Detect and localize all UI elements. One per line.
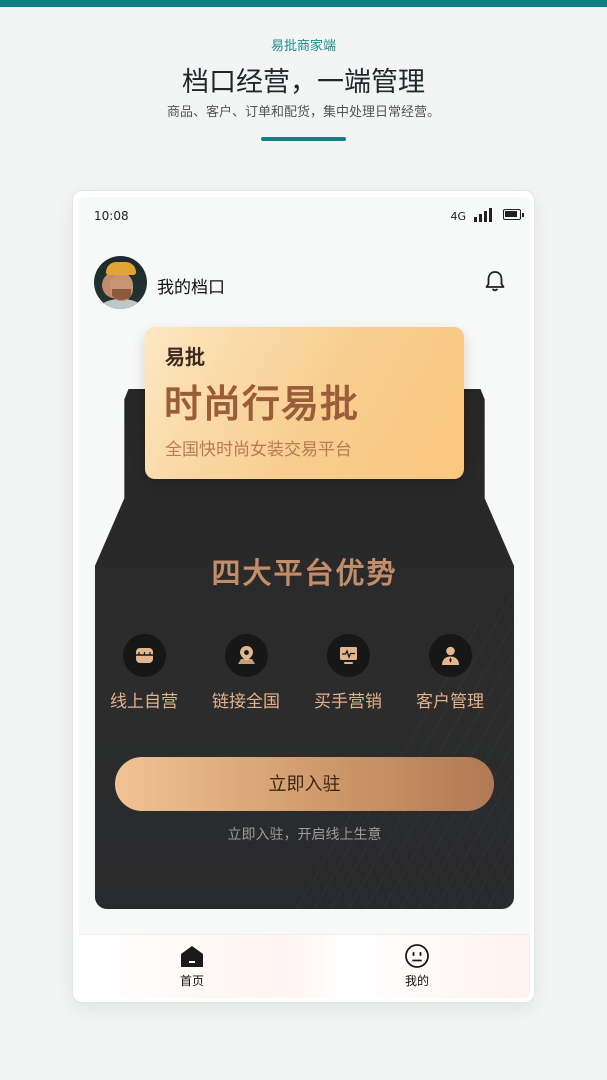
phone-frame: 10:08 4G 我的档口 易批 时尚行易批 全国快时尚女装交易平台 四大平台优… — [72, 190, 535, 1003]
store-name[interactable]: 我的档口 — [157, 273, 225, 298]
tab-me-label: 我的 — [404, 974, 429, 988]
join-hint: 立即入驻，开启线上生意 — [227, 827, 382, 843]
feature-label: 线上自营 — [110, 692, 178, 712]
feature-label: 客户管理 — [416, 692, 484, 712]
top-accent-bar — [0, 0, 607, 7]
monitor-icon — [326, 634, 370, 677]
join-now-button[interactable]: 立即入驻 — [115, 757, 494, 811]
tab-home-label: 首页 — [179, 974, 204, 988]
feature-online-store[interactable]: 线上自营 — [104, 634, 184, 712]
feature-label: 链接全国 — [212, 692, 280, 712]
advantages-title: 四大平台优势 — [211, 556, 398, 590]
feature-buyer-marketing[interactable]: 买手营销 — [308, 634, 388, 712]
bell-icon[interactable] — [482, 268, 508, 294]
bottom-tabbar: 首页 我的 — [79, 934, 530, 998]
ticket-title: 时尚行易批 — [164, 382, 360, 426]
feature-nationwide[interactable]: 链接全国 — [206, 634, 286, 712]
customer-icon — [428, 634, 472, 677]
promo-subtitle: 商品、客户、订单和配货，集中处理日常经营。 — [166, 105, 440, 120]
location-icon — [224, 634, 268, 677]
promo-label: 易批商家端 — [270, 39, 336, 54]
battery-icon — [503, 209, 524, 220]
store-icon — [122, 634, 166, 677]
tab-me[interactable]: 我的 — [377, 943, 457, 989]
ticket-subtitle: 全国快时尚女装交易平台 — [165, 440, 352, 460]
app-screen: 10:08 4G 我的档口 易批 时尚行易批 全国快时尚女装交易平台 四大平台优… — [79, 197, 530, 998]
signal-icon — [474, 207, 493, 222]
face-icon — [404, 943, 430, 969]
feature-customer-management[interactable]: 客户管理 — [410, 634, 490, 712]
ticket-brand: 易批 — [165, 345, 205, 369]
avatar[interactable] — [94, 256, 147, 309]
tab-home[interactable]: 首页 — [152, 943, 232, 989]
brand-ticket: 易批 时尚行易批 全国快时尚女装交易平台 — [145, 327, 464, 479]
feature-label: 买手营销 — [314, 692, 382, 712]
promo-divider — [261, 137, 346, 141]
status-network: 4G — [450, 210, 466, 223]
home-icon — [179, 943, 205, 969]
status-time: 10:08 — [94, 209, 129, 223]
promo-title: 档口经营，一端管理 — [182, 67, 425, 98]
